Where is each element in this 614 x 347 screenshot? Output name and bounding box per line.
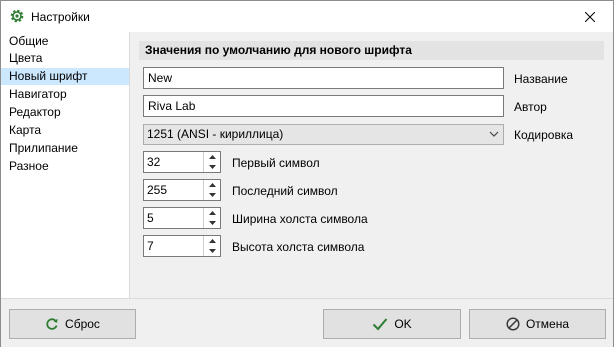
last-char-decrement[interactable] [205, 190, 219, 199]
sidebar-item-map[interactable]: Карта [1, 122, 129, 139]
encoding-label: Кодировка [514, 128, 574, 142]
canvas-width-stepper[interactable]: 5 [143, 207, 221, 229]
author-label: Автор [514, 100, 547, 114]
ok-button[interactable]: OK [323, 309, 461, 339]
sidebar-item-general[interactable]: Общие [1, 33, 129, 50]
first-char-stepper[interactable]: 32 [143, 151, 221, 173]
cancel-button-label: Отмена [525, 317, 570, 331]
first-char-spin-buttons [203, 152, 220, 172]
reset-button-label: Сброс [65, 317, 100, 331]
close-icon [585, 11, 595, 22]
checkmark-icon [373, 318, 388, 331]
first-char-increment[interactable] [205, 152, 219, 161]
last-char-label: Последний символ [232, 184, 338, 198]
cancel-button[interactable]: Отмена [469, 309, 606, 339]
font-name-input[interactable]: New [143, 67, 504, 89]
button-bar: Сброс OK Отмена [1, 298, 613, 347]
last-char-increment[interactable] [205, 180, 219, 189]
arrow-down-icon [208, 192, 216, 197]
encoding-select[interactable]: 1251 (ANSI - кириллица) [143, 124, 504, 145]
settings-window: Настройки Общие Цвета Новый шрифт Навига… [0, 0, 614, 347]
ok-button-label: OK [394, 317, 412, 331]
reset-button[interactable]: Сброс [9, 309, 136, 339]
close-button[interactable] [567, 1, 613, 32]
canvas-width-value: 5 [147, 211, 154, 225]
last-char-value: 255 [147, 183, 168, 197]
canvas-height-stepper[interactable]: 7 [143, 235, 221, 257]
sidebar-item-misc[interactable]: Разное [1, 158, 129, 175]
chevron-down-icon [489, 131, 499, 137]
canvas-width-increment[interactable] [205, 208, 219, 217]
refresh-icon [46, 318, 58, 330]
last-char-stepper[interactable]: 255 [143, 179, 221, 201]
canvas-height-value: 7 [147, 239, 154, 253]
font-name-label: Название [514, 72, 568, 86]
title-bar: Настройки [1, 1, 613, 32]
sidebar-item-editor[interactable]: Редактор [1, 104, 129, 121]
section-title: Значения по умолчанию для нового шрифта [139, 41, 604, 60]
sidebar-item-colors[interactable]: Цвета [1, 50, 129, 67]
arrow-down-icon [208, 248, 216, 253]
encoding-value: 1251 (ANSI - кириллица) [147, 127, 284, 141]
canvas-height-spin-buttons [203, 236, 220, 256]
first-char-value: 32 [147, 155, 161, 169]
canvas-height-decrement[interactable] [205, 246, 219, 255]
sidebar-item-navigator[interactable]: Навигатор [1, 86, 129, 103]
first-char-decrement[interactable] [205, 162, 219, 171]
arrow-up-icon [208, 182, 216, 187]
sidebar-item-snapping[interactable]: Прилипание [1, 140, 129, 157]
canvas-width-decrement[interactable] [205, 218, 219, 227]
sidebar-item-new-font[interactable]: Новый шрифт [1, 68, 129, 85]
arrow-down-icon [208, 164, 216, 169]
arrow-up-icon [208, 238, 216, 243]
gear-icon [10, 9, 24, 23]
canvas-width-label: Ширина холста символа [232, 212, 368, 226]
author-input[interactable]: Riva Lab [143, 95, 504, 117]
canvas-height-increment[interactable] [205, 236, 219, 245]
cancel-icon [506, 317, 520, 331]
arrow-down-icon [208, 220, 216, 225]
arrow-up-icon [208, 210, 216, 215]
window-title: Настройки [31, 10, 90, 24]
canvas-width-spin-buttons [203, 208, 220, 228]
settings-nav: Общие Цвета Новый шрифт Навигатор Редакт… [1, 32, 129, 298]
canvas-height-label: Высота холста символа [232, 240, 365, 254]
new-font-panel: Значения по умолчанию для нового шрифта … [130, 32, 613, 298]
first-char-label: Первый символ [232, 156, 320, 170]
last-char-spin-buttons [203, 180, 220, 200]
arrow-up-icon [208, 154, 216, 159]
